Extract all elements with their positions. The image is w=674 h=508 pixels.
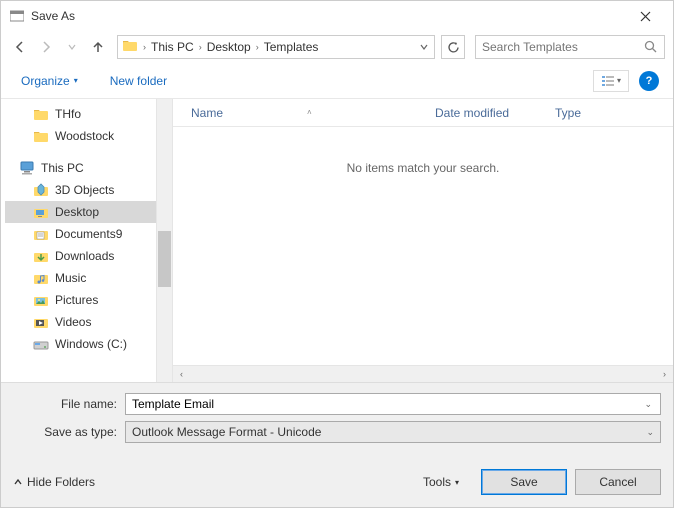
column-headers: Name˄ Date modified Type — [173, 99, 673, 127]
horizontal-scrollbar[interactable]: ‹ › — [173, 365, 673, 382]
address-bar[interactable]: › This PC › Desktop › Templates — [117, 35, 435, 59]
chevron-down-icon: ▾ — [617, 76, 621, 85]
videos-icon — [33, 314, 49, 330]
tree-item-label: Pictures — [55, 293, 98, 307]
close-button[interactable] — [625, 1, 665, 31]
titlebar: Save As — [1, 1, 673, 31]
refresh-button[interactable] — [441, 35, 465, 59]
tree-item[interactable]: This PC — [5, 157, 156, 179]
tree-item-label: Documents9 — [55, 227, 122, 241]
tree-item[interactable]: Documents9 — [5, 223, 156, 245]
folder-icon — [122, 38, 140, 56]
scrollbar-thumb[interactable] — [158, 231, 171, 287]
cancel-button[interactable]: Cancel — [575, 469, 661, 495]
chevron-down-icon: ▾ — [74, 76, 78, 85]
back-button[interactable] — [9, 36, 31, 58]
filename-field[interactable]: ⌄ — [125, 393, 661, 415]
sort-indicator: ˄ — [307, 108, 312, 117]
organize-button[interactable]: Organize▾ — [15, 70, 84, 92]
forward-button[interactable] — [35, 36, 57, 58]
app-icon — [9, 8, 25, 24]
tree-item-label: Downloads — [55, 249, 114, 263]
tools-button[interactable]: Tools▾ — [423, 475, 459, 489]
search-input[interactable] — [482, 40, 644, 54]
up-button[interactable] — [87, 36, 109, 58]
help-button[interactable]: ? — [639, 71, 659, 91]
3d-icon — [33, 182, 49, 198]
music-icon — [33, 270, 49, 286]
drive-icon — [33, 336, 49, 352]
main-area: THfo Woodstock This PC 3D Objects Desktop Doc… — [1, 99, 673, 382]
toolbar: Organize▾ New folder ▾ ? — [1, 63, 673, 99]
tree-item-label: This PC — [41, 161, 84, 175]
search-box[interactable] — [475, 35, 665, 59]
empty-message: No items match your search. — [173, 127, 673, 365]
chevron-down-icon: ▾ — [455, 478, 459, 487]
tree-item[interactable]: Downloads — [5, 245, 156, 267]
list-view-icon — [601, 75, 615, 87]
tree-item-label: Woodstock — [55, 129, 114, 143]
tree-item-label: THfo — [55, 107, 81, 121]
new-folder-button[interactable]: New folder — [104, 70, 173, 92]
tree-item[interactable]: THfo — [5, 103, 156, 125]
folder-icon — [33, 128, 49, 144]
tree-item-label: Windows (C:) — [55, 337, 127, 351]
tree-item-label: 3D Objects — [55, 183, 114, 197]
chevron-down-icon[interactable]: ⌄ — [642, 399, 654, 410]
file-list: Name˄ Date modified Type No items match … — [173, 99, 673, 382]
filetype-label: Save as type: — [13, 425, 125, 439]
scroll-left[interactable]: ‹ — [173, 366, 190, 383]
save-button[interactable]: Save — [481, 469, 567, 495]
filetype-select[interactable]: Outlook Message Format - Unicode ⌄ — [125, 421, 661, 443]
column-name[interactable]: Name˄ — [173, 106, 425, 120]
chevron-down-icon: ⌄ — [646, 427, 654, 438]
downloads-icon — [33, 248, 49, 264]
scroll-right[interactable]: › — [656, 366, 673, 383]
pc-icon — [19, 160, 35, 176]
filename-label: File name: — [13, 397, 125, 411]
hide-folders-button[interactable]: Hide Folders — [13, 475, 95, 489]
column-date[interactable]: Date modified — [425, 106, 545, 120]
pictures-icon — [33, 292, 49, 308]
tree-item[interactable]: Woodstock — [5, 125, 156, 147]
tree-item[interactable]: Windows (C:) — [5, 333, 156, 355]
tree-scrollbar[interactable] — [156, 99, 173, 382]
tree-item[interactable]: Videos — [5, 311, 156, 333]
folder-icon — [33, 106, 49, 122]
tree-item-label: Music — [55, 271, 86, 285]
window-title: Save As — [31, 9, 625, 23]
breadcrumb-item[interactable]: Templates — [260, 40, 323, 54]
breadcrumb-item[interactable]: This PC — [147, 40, 198, 54]
nav-tree: THfo Woodstock This PC 3D Objects Desktop Doc… — [1, 99, 156, 382]
tree-item-label: Desktop — [55, 205, 99, 219]
filename-input[interactable] — [132, 397, 642, 411]
tree-item-label: Videos — [55, 315, 91, 329]
tree-item[interactable]: 3D Objects — [5, 179, 156, 201]
tree-item[interactable]: Music — [5, 267, 156, 289]
tree-item[interactable]: Pictures — [5, 289, 156, 311]
breadcrumb-item[interactable]: Desktop — [203, 40, 255, 54]
docs-icon — [33, 226, 49, 242]
chevron-up-icon — [13, 477, 23, 487]
tree-item[interactable]: Desktop — [5, 201, 156, 223]
search-icon — [644, 40, 658, 54]
nav-row: › This PC › Desktop › Templates — [1, 31, 673, 63]
address-dropdown[interactable] — [416, 43, 432, 51]
desktop-icon — [33, 204, 49, 220]
recent-dropdown[interactable] — [61, 36, 83, 58]
bottom-panel: File name: ⌄ Save as type: Outlook Messa… — [1, 382, 673, 507]
column-type[interactable]: Type — [545, 106, 591, 120]
view-button[interactable]: ▾ — [593, 70, 629, 92]
